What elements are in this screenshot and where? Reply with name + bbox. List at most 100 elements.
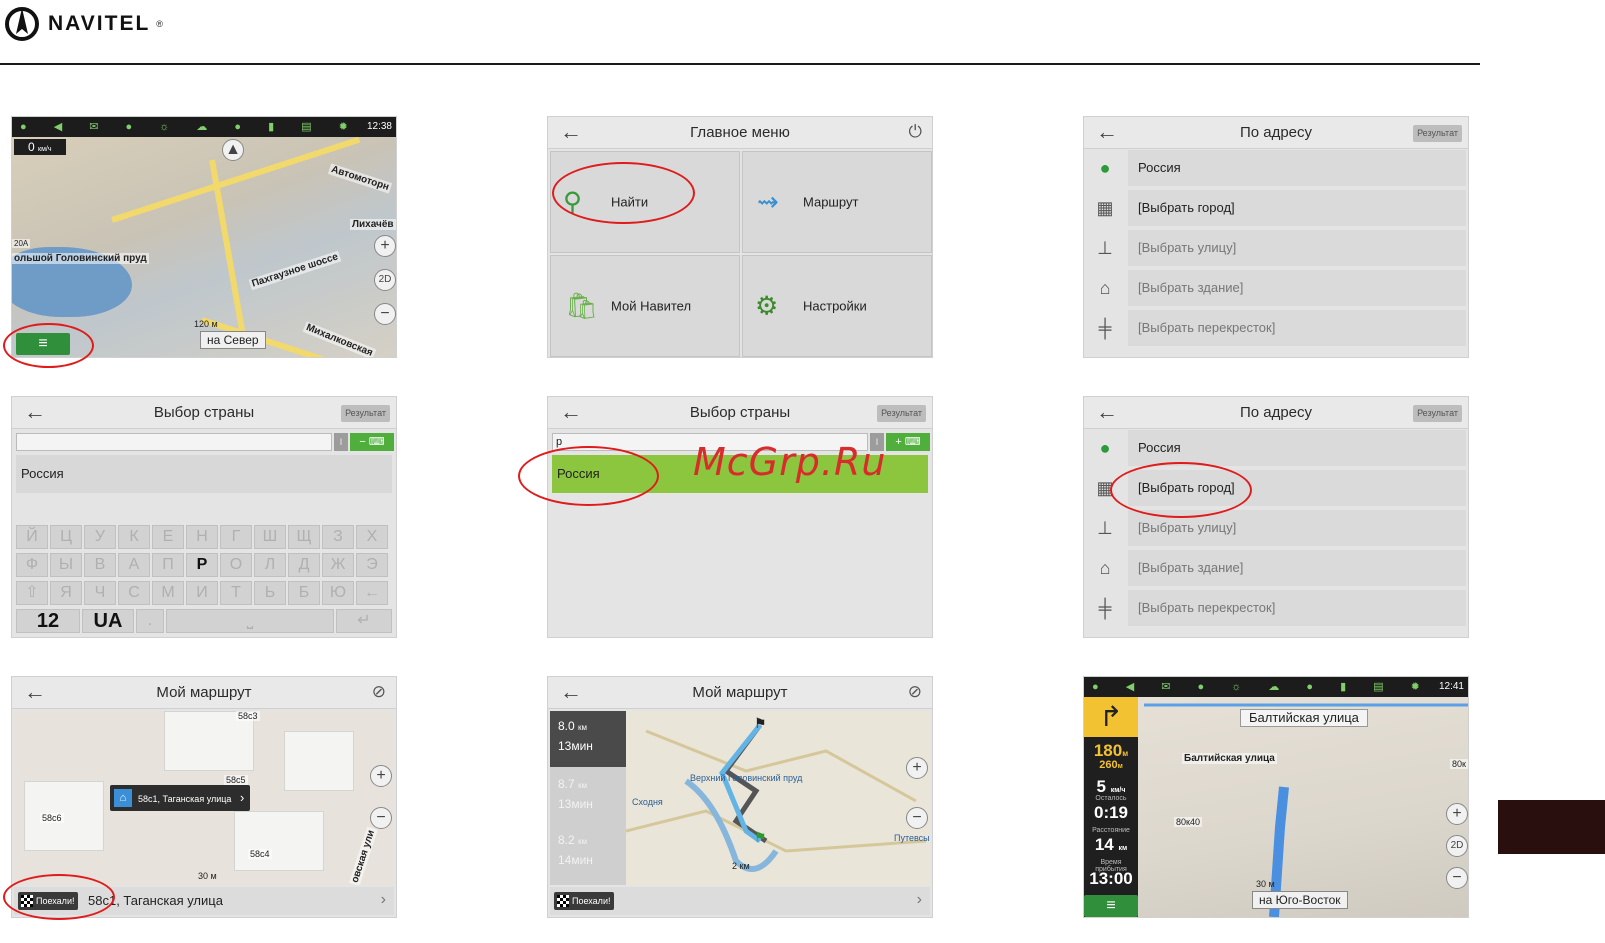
keyboard-key[interactable]: Т: [220, 581, 252, 605]
keyboard-key[interactable]: ⇧: [16, 581, 48, 605]
list-item[interactable]: ⌂ [Выбрать здание]: [1084, 269, 1468, 307]
keyboard-key[interactable]: Ш: [254, 525, 286, 549]
keyboard-key[interactable]: З: [322, 525, 354, 549]
keyboard-key[interactable]: У: [84, 525, 116, 549]
header: ← По адресу Результат: [1084, 397, 1468, 429]
keyboard-key[interactable]: Ы: [50, 553, 82, 577]
search-input[interactable]: [16, 433, 332, 451]
keyboard-key[interactable]: О: [220, 553, 252, 577]
keyboard-key[interactable]: К: [118, 525, 150, 549]
street-icon: ⊥: [1097, 238, 1113, 258]
keyboard-key[interactable]: Щ: [288, 525, 320, 549]
zoom-in-icon[interactable]: +: [370, 765, 392, 787]
keyboard-key[interactable]: Ф: [16, 553, 48, 577]
route-off-icon[interactable]: ⊘: [908, 682, 922, 702]
keyboard-key[interactable]: Э: [356, 553, 388, 577]
keyboard-key[interactable]: ⎵: [166, 609, 334, 633]
keyboard-key[interactable]: UA: [82, 609, 134, 633]
tile-settings[interactable]: ⚙ Настройки: [742, 255, 932, 357]
list-item[interactable]: ╪ [Выбрать перекресток]: [1084, 589, 1468, 627]
keyboard-key[interactable]: Ч: [84, 581, 116, 605]
nav-panel: ↱ 180м 260м 5 км/ч Осталось 0:19 Расстоя…: [1084, 697, 1138, 917]
zoom-in-icon[interactable]: +: [906, 757, 928, 779]
keyboard-key[interactable]: Б: [288, 581, 320, 605]
keyboard-key[interactable]: Л: [254, 553, 286, 577]
compass-icon[interactable]: ▲: [222, 139, 244, 161]
keyboard-key[interactable]: Х: [356, 525, 388, 549]
keyboard-key[interactable]: .: [136, 609, 164, 633]
list-item[interactable]: ▦ [Выбрать город]: [1084, 189, 1468, 227]
screen-by-address-city: ← По адресу Результат ● Россия ▦ [Выбрать …: [1083, 396, 1469, 638]
list-item[interactable]: ⊥ [Выбрать улицу]: [1084, 509, 1468, 547]
keyboard-key[interactable]: И: [186, 581, 218, 605]
menu-button[interactable]: ≡: [1084, 895, 1138, 917]
list-item[interactable]: ● Россия: [1084, 429, 1468, 467]
keyboard-key[interactable]: Д: [288, 553, 320, 577]
keyboard-key[interactable]: А: [118, 553, 150, 577]
street-icon: ⊥: [1097, 518, 1113, 538]
chevron-right-icon[interactable]: ›: [917, 891, 922, 909]
screen-navigation: ● ◀ ✉ ● ☼ ☁ ● ▮ ▤ ✹ 12:41 ↱ 180м 260м 5 …: [1083, 676, 1469, 918]
view-2d-button[interactable]: 2D: [374, 269, 396, 291]
view-2d-button[interactable]: 2D: [1446, 835, 1468, 857]
direction-button[interactable]: на Север: [200, 331, 266, 349]
bubble-label: 58с1, Таганская улица: [138, 794, 232, 804]
header: ← Выбор страны Результат: [548, 397, 932, 429]
keyboard-toggle-button[interactable]: − ⌨: [350, 433, 394, 451]
tile-route[interactable]: ⇝ Маршрут: [742, 151, 932, 253]
keyboard-key[interactable]: Г: [220, 525, 252, 549]
header: ← Главное меню ⏻: [548, 117, 932, 149]
address-bubble[interactable]: ⌂ 58с1, Таганская улица ›: [110, 785, 251, 811]
list-item[interactable]: ⌂ [Выбрать здание]: [1084, 549, 1468, 587]
keyboard-key[interactable]: Е: [152, 525, 184, 549]
menu-icon: ≡: [1106, 897, 1116, 914]
route-map[interactable]: 58с3 58с5 58с6 58с4 овская ули ⌂ 58с1, Т…: [14, 711, 394, 885]
route-map[interactable]: ⚑ ⚑ Верхний Головинский пруд Сходня Путе…: [626, 711, 930, 885]
map-label: 80к40: [1174, 817, 1202, 827]
list-item[interactable]: ⊥ [Выбрать улицу]: [1084, 229, 1468, 267]
keyboard-key[interactable]: Ю: [322, 581, 354, 605]
keyboard-key[interactable]: ↵: [336, 609, 392, 633]
route-off-icon[interactable]: ⊘: [372, 682, 386, 702]
keyboard-toggle-button[interactable]: + ⌨: [886, 433, 930, 451]
keyboard-key[interactable]: С: [118, 581, 150, 605]
keyboard-key[interactable]: Й: [16, 525, 48, 549]
keyboard-key[interactable]: Ц: [50, 525, 82, 549]
keyboard-key[interactable]: В: [84, 553, 116, 577]
finish-flag-icon: ⚑: [754, 715, 767, 731]
tile-my-navitel[interactable]: 🛍 Мой Навител: [550, 255, 740, 357]
result-button[interactable]: Результат: [877, 405, 926, 422]
turn-arrow-icon: ↱: [1084, 697, 1138, 737]
page-title: Мой маршрут: [156, 684, 252, 701]
zoom-out-icon[interactable]: −: [906, 807, 928, 829]
zoom-in-icon[interactable]: +: [1446, 803, 1468, 825]
keyboard-key[interactable]: П: [152, 553, 184, 577]
screen-country-select: ← Выбор страны Результат I − ⌨ Россия ЙЦ…: [11, 396, 397, 638]
keyboard-key[interactable]: Я: [50, 581, 82, 605]
power-icon[interactable]: ⏻: [909, 122, 922, 142]
result-button[interactable]: Результат: [341, 405, 390, 422]
zoom-out-icon[interactable]: −: [1446, 867, 1468, 889]
zoom-out-icon[interactable]: −: [374, 303, 396, 325]
direction-button[interactable]: на Юго-Восток: [1252, 891, 1348, 909]
result-button[interactable]: Результат: [1413, 405, 1462, 422]
keyboard-key[interactable]: М: [152, 581, 184, 605]
list-item[interactable]: ╪ [Выбрать перекресток]: [1084, 309, 1468, 347]
page-title: Главное меню: [690, 124, 790, 141]
route-option[interactable]: 8.2 км 14мин: [550, 825, 626, 881]
keyboard-key[interactable]: Н: [186, 525, 218, 549]
go-button[interactable]: Поехали!: [554, 892, 615, 910]
result-button[interactable]: Результат: [1413, 125, 1462, 142]
keyboard-key[interactable]: Р: [186, 553, 218, 577]
keyboard-key[interactable]: ←: [356, 581, 388, 605]
keyboard-key[interactable]: 12: [16, 609, 80, 633]
zoom-out-icon[interactable]: −: [370, 807, 392, 829]
zoom-in-icon[interactable]: +: [374, 235, 396, 257]
route-option[interactable]: 8.7 км 13мин: [550, 769, 626, 825]
list-item-country[interactable]: Россия: [16, 455, 392, 493]
route-option[interactable]: 8.0 км 13мин: [550, 711, 626, 767]
keyboard-key[interactable]: Ж: [322, 553, 354, 577]
chevron-right-icon[interactable]: ›: [381, 891, 386, 909]
list-item[interactable]: ● Россия: [1084, 149, 1468, 187]
keyboard-key[interactable]: Ь: [254, 581, 286, 605]
